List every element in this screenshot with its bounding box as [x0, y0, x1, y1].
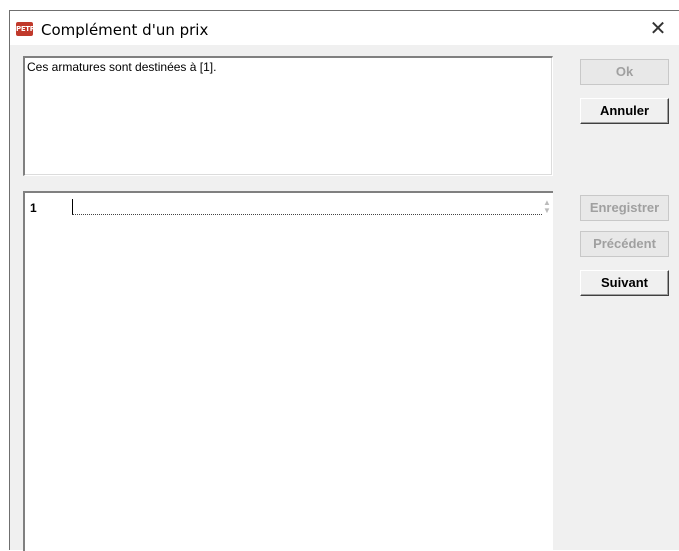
app-icon: PETRA: [16, 22, 40, 36]
next-button[interactable]: Suivant: [580, 270, 669, 296]
spin-arrows-icon[interactable]: ▲ ▼: [540, 199, 554, 215]
previous-button[interactable]: Précédent: [580, 231, 669, 257]
field-value-input[interactable]: [72, 199, 542, 215]
cancel-button[interactable]: Annuler: [580, 98, 669, 124]
close-icon[interactable]: ✕: [638, 13, 678, 43]
save-button[interactable]: Enregistrer: [580, 195, 669, 221]
title-bar[interactable]: PETRA Complément d'un prix ✕: [10, 11, 679, 45]
screen-background: [0, 0, 679, 10]
fields-list[interactable]: 1 ▲ ▼: [23, 191, 553, 551]
field-number: 1: [30, 201, 37, 215]
description-text-area[interactable]: Ces armatures sont destinées à [1].: [23, 56, 553, 176]
window-title: Complément d'un prix: [41, 21, 209, 39]
description-text: Ces armatures sont destinées à [1].: [27, 60, 217, 74]
dialog-window: PETRA Complément d'un prix ✕ Ces armatur…: [9, 10, 679, 551]
ok-button[interactable]: Ok: [580, 59, 669, 85]
